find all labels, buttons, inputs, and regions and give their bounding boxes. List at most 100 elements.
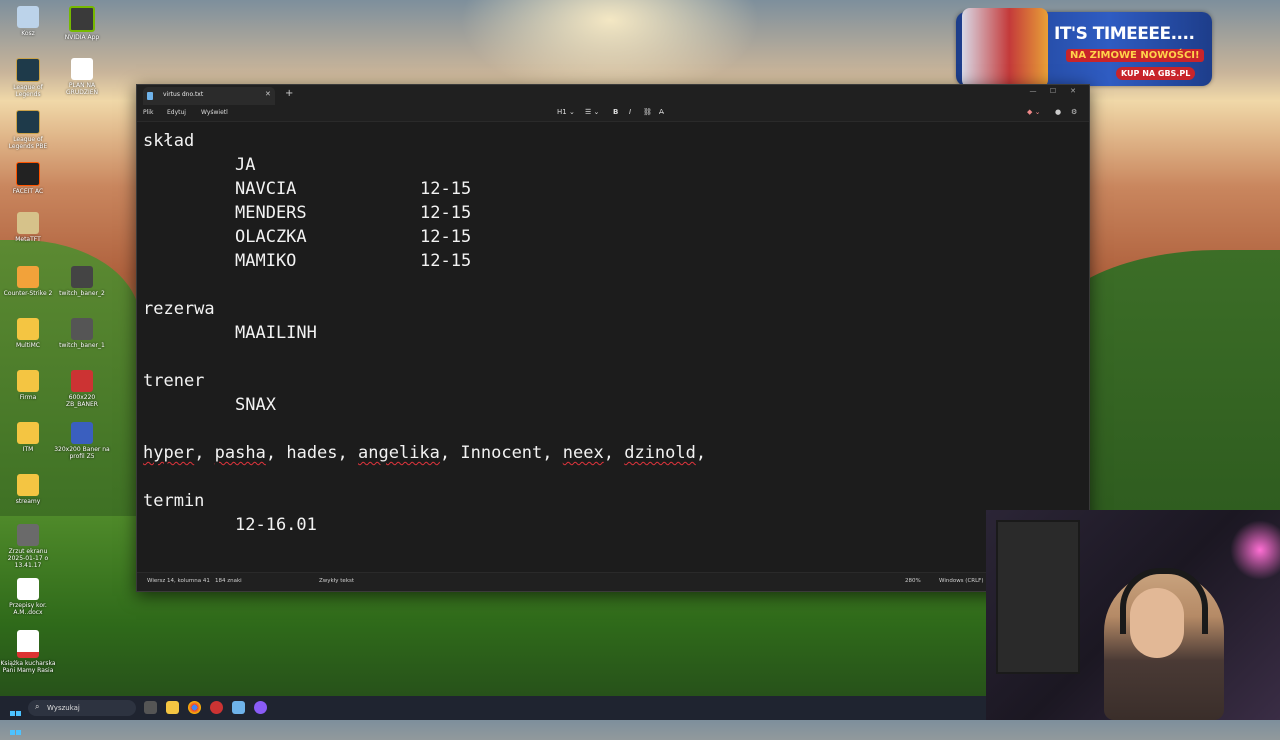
text-editor[interactable]: skład JA NAVCIA 12-15 MENDERS 12-15 OLAC… (137, 122, 1089, 572)
taskbar: ⌕ Wyszukaj (0, 696, 986, 735)
recycle-bin-icon (17, 6, 39, 28)
desktop-icon-baner-profil[interactable]: 320x200 Baner na profil Z5 (54, 422, 110, 460)
list-icon: ☰ (585, 108, 592, 116)
name-hades: hades (286, 443, 338, 463)
faceit-icon (16, 162, 40, 186)
desktop-icon-twitch-baner-2[interactable]: twitch_baner_2 (54, 266, 110, 297)
close-button[interactable]: ✕ (1063, 87, 1083, 95)
start-button[interactable] (10, 702, 22, 735)
name-angelika: angelika (358, 443, 440, 463)
menu-file[interactable]: Plik (143, 109, 153, 116)
desktop-icon-zb-baner[interactable]: 600x220 ZB_BANER (54, 370, 110, 408)
task-view-icon[interactable] (144, 701, 157, 714)
line-trener: trener (143, 371, 205, 391)
ad-product-image (962, 8, 1048, 88)
desktop-icon-lol-pbe[interactable]: League of Legends PBE (0, 110, 56, 150)
line-sklad: skład (143, 131, 195, 151)
link-icon[interactable]: ⛓ (643, 108, 652, 116)
headset-icon (1120, 568, 1208, 634)
clear-format-icon[interactable]: A̶ (659, 108, 664, 116)
desktop-icon-lol[interactable]: League of Legends (0, 58, 56, 98)
desktop-icon-przepisy[interactable]: Przepisy kor. A.M..docx (0, 578, 56, 616)
title-bar[interactable]: virtus dno.txt ✕ + — ☐ ✕ (137, 85, 1089, 105)
line-ending[interactable]: Windows (CRLF) (939, 578, 983, 584)
desktop-icon-screenshot[interactable]: Zrzut ekranu 2025-01-17 o 13.41.17 (0, 524, 56, 569)
tab-virtus[interactable]: virtus dno.txt ✕ (143, 87, 275, 105)
tab-close-icon[interactable]: ✕ (265, 90, 271, 98)
desktop-icon-faceit[interactable]: FACEIT AC (0, 162, 56, 195)
desktop-icon-firma[interactable]: Firma (0, 370, 56, 401)
italic-button[interactable]: I (629, 108, 631, 116)
zoom-level[interactable]: 280% (905, 578, 921, 584)
desktop-icon-plan[interactable]: PLAN NA GRUDZIEŃ (54, 58, 110, 96)
document-icon (17, 578, 39, 600)
desktop-icon-recycle-bin[interactable]: Kosz (0, 6, 56, 37)
roster-time-1: 12-15 (420, 179, 472, 199)
notepad-taskbar-icon[interactable] (232, 701, 245, 714)
desktop-icon-ksiazka[interactable]: Książka kucharska Pani Mamy Rasia (0, 630, 56, 674)
copilot-icon[interactable]: ◆ ⌄ (1027, 108, 1040, 116)
roster-name-2: MENDERS (235, 203, 307, 223)
tab-title: virtus dno.txt (163, 91, 204, 98)
line-rezerwa: rezerwa (143, 299, 215, 319)
line-rezerwa-name: MAAILINH (235, 323, 317, 343)
ad-cta: KUP NA GBS.PL (1116, 67, 1196, 80)
image-icon (71, 318, 93, 340)
cursor-position: Wiersz 14, kolumna 41 (147, 578, 210, 584)
image-icon (71, 370, 93, 392)
desktop-icon-twitch-baner-1[interactable]: twitch_baner_1 (54, 318, 110, 349)
metatft-icon (17, 212, 39, 234)
desktop-icon-itm[interactable]: ITM (0, 422, 56, 453)
desktop-icon-multimc[interactable]: MultiMC (0, 318, 56, 349)
name-innocent: Innocent (460, 443, 543, 463)
document-icon (71, 58, 93, 80)
account-icon[interactable]: ● (1055, 108, 1061, 116)
file-explorer-icon[interactable] (166, 701, 179, 714)
settings-gear-icon[interactable]: ⚙ (1071, 108, 1077, 116)
desktop-icon-nvidia[interactable]: NVIDIA App (54, 6, 110, 41)
line-trener-name: SNAX (235, 395, 276, 415)
discord-icon[interactable] (254, 701, 267, 714)
folder-icon (17, 474, 39, 496)
nvidia-icon (69, 6, 95, 32)
roster-time-4: 12-15 (420, 251, 472, 271)
folder-icon (17, 422, 39, 444)
menu-view[interactable]: Wyświetl (201, 109, 228, 116)
line-termin-date: 12-16.01 (235, 515, 317, 535)
menu-edit[interactable]: Edytuj (167, 109, 186, 116)
desktop-icon-cs2[interactable]: Counter-Strike 2 (0, 266, 56, 297)
cs2-icon (17, 266, 39, 288)
status-bar: Wiersz 14, kolumna 41 184 znaki Zwykły t… (137, 572, 1089, 591)
desktop-icon-streamy[interactable]: streamy (0, 474, 56, 505)
name-dzinold: dzinold (624, 443, 696, 463)
name-neex: neex (562, 443, 604, 463)
pdf-icon (17, 630, 39, 658)
bold-button[interactable]: B (613, 108, 618, 116)
desktop-icon-metatft[interactable]: MetaTFT (0, 212, 56, 243)
maximize-button[interactable]: ☐ (1043, 87, 1063, 95)
lol-icon (16, 58, 40, 82)
list-dropdown[interactable]: ☰ ⌄ (585, 108, 599, 116)
roster-name-3: OLACZKA (235, 227, 307, 247)
folder-icon (17, 318, 39, 340)
notepad-icon (147, 92, 153, 100)
webcam-overlay (986, 510, 1280, 720)
stream-ad-banner: IT'S TIMEEEE.... NA ZIMOWE NOWOŚCI! KUP … (956, 8, 1212, 88)
roster-time-2: 12-15 (420, 203, 472, 223)
format-indicator[interactable]: Zwykły tekst (319, 578, 354, 584)
chrome-icon[interactable] (188, 701, 201, 714)
new-tab-button[interactable]: + (285, 88, 293, 99)
notepad-window: virtus dno.txt ✕ + — ☐ ✕ Plik Edytuj Wyświ… (136, 84, 1090, 592)
search-icon: ⌕ (35, 702, 40, 711)
taskbar-search[interactable]: ⌕ Wyszukaj (28, 700, 136, 716)
line-ja: JA (235, 155, 256, 175)
obs-icon[interactable] (210, 701, 223, 714)
lol-pbe-icon (16, 110, 40, 134)
heading-dropdown[interactable]: H1 ⌄ (557, 108, 575, 116)
line-termin: termin (143, 491, 205, 511)
minimize-button[interactable]: — (1023, 87, 1043, 95)
roster-name-1: NAVCIA (235, 179, 297, 199)
image-icon (17, 524, 39, 546)
folder-icon (17, 370, 39, 392)
ad-subheadline: NA ZIMOWE NOWOŚCI! (1066, 49, 1204, 62)
